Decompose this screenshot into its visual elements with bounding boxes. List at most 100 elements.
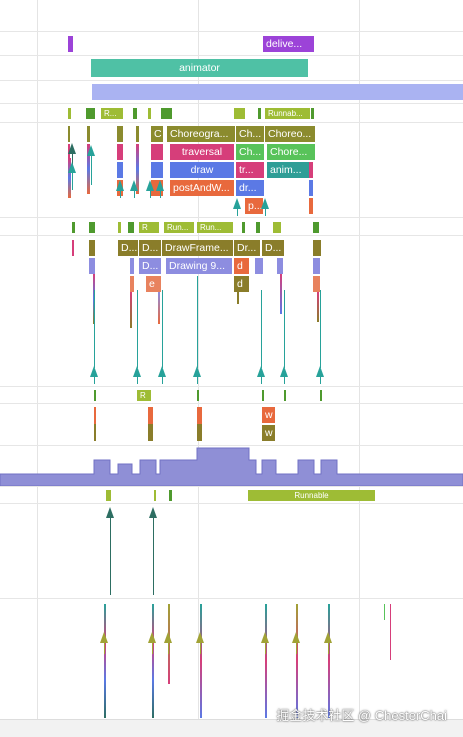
thread-state-runnable[interactable] [148,108,151,119]
thread-state-runnable[interactable] [106,490,111,501]
choreographer-slice[interactable] [87,126,90,142]
flow-arrow[interactable] [261,198,269,216]
draw-slice[interactable]: dr... [236,180,264,196]
choreographer-slice[interactable]: Choreo... [265,126,315,142]
thread-state-runnable[interactable]: R [137,390,151,401]
thread-state-running[interactable] [313,222,319,233]
animation-slice[interactable]: anim... [267,162,309,178]
drawframe-slice[interactable]: D... [118,240,138,256]
thread-state-runnable[interactable]: R [139,222,159,233]
thread-state-running[interactable] [284,390,286,401]
thread-state-runnable[interactable] [154,490,156,501]
traversal-slice[interactable]: tr... [236,162,264,178]
flow-arrow[interactable] [193,366,201,384]
drawframe-slice[interactable]: D... [139,240,161,256]
flow-arrow[interactable] [68,162,76,190]
drawing-slice[interactable] [313,258,320,274]
worker-slice[interactable]: w [262,425,275,441]
thread-state-running[interactable] [89,222,95,233]
thread-state-running[interactable] [133,108,137,119]
drawing-slice[interactable] [130,258,134,274]
thread-state-running[interactable] [258,108,261,119]
drawing-slice[interactable]: Drawing 9... [166,258,232,274]
drawing-slice[interactable] [89,258,95,274]
thread-state-running[interactable] [262,390,264,401]
flow-arrow[interactable] [106,507,114,595]
flow-arrow[interactable] [261,632,269,654]
render-sub-slice[interactable] [313,276,320,292]
thread-state-running[interactable] [320,390,322,401]
traversal-slice[interactable] [117,144,123,160]
thread-state-running[interactable] [242,222,245,233]
flow-arrow[interactable] [292,632,300,654]
flow-arrow[interactable] [257,366,265,384]
flow-arrow[interactable] [146,180,154,198]
flow-arrow[interactable] [148,632,156,654]
draw-slice[interactable] [309,180,313,196]
worker-slice[interactable] [94,407,96,441]
drawing-slice[interactable]: D... [139,258,161,274]
flow-arrow[interactable] [133,366,141,384]
thread-state-running[interactable] [169,490,172,501]
drawframe-slice[interactable]: D... [262,240,284,256]
thread-state-running[interactable] [256,222,260,233]
flow-arrow[interactable] [87,145,95,185]
drawframe-slice[interactable] [89,240,95,256]
trace-timeline[interactable]: delive... animator R... Runnab... C Chor… [0,0,463,737]
flow-arrow[interactable] [158,366,166,384]
traversal-slice[interactable] [151,144,163,160]
thread-state-running[interactable] [86,108,95,119]
post-and-wait-slice[interactable]: postAndW... [170,180,234,196]
thread-state-runnable[interactable]: R... [101,108,123,119]
thread-state-running[interactable] [311,108,314,119]
drawing-slice[interactable] [277,258,283,274]
deliver-slice[interactable]: delive... [263,36,314,52]
thread-state-running[interactable] [72,222,75,233]
flow-arrow[interactable] [100,632,108,654]
thread-state-running[interactable] [68,108,71,119]
flow-arrow[interactable] [149,507,157,595]
draw-slice[interactable] [117,162,123,178]
flow-arrow[interactable] [130,180,138,198]
flow-arrow[interactable] [324,632,332,654]
choreographer-slice[interactable]: Ch... [236,126,264,142]
flow-arrow[interactable] [156,180,164,198]
traversal-slice[interactable]: traversal [170,144,234,160]
flow-arrow[interactable] [196,632,204,654]
draw-slice[interactable] [151,162,163,178]
choreographer-slice[interactable]: Ch... [236,144,264,160]
worker-slice[interactable] [197,407,202,441]
worker-slice[interactable]: w [262,407,275,423]
animator-slice[interactable]: animator [91,59,308,77]
thread-state-running[interactable] [128,222,134,233]
drawing-slice[interactable] [255,258,263,274]
choreographer-slice[interactable]: Chore... [267,144,315,160]
thread-state-runnable[interactable]: Run... [197,222,233,233]
thread-state-runnable[interactable]: Run... [164,222,194,233]
draw-slice[interactable]: draw [170,162,234,178]
post-slice[interactable] [309,198,313,214]
frequency-counter-chart[interactable] [0,446,463,486]
thread-state-running[interactable] [161,108,172,119]
flow-arrow[interactable] [90,366,98,384]
flow-arrow[interactable] [316,366,324,384]
drawframe-slice[interactable]: DrawFrame... [162,240,233,256]
thread-state-runnable[interactable]: Runnable [248,490,375,501]
traversal-slice[interactable] [309,162,313,178]
choreographer-slice[interactable] [68,126,70,142]
choreographer-slice[interactable] [136,126,139,142]
async-slice[interactable] [92,84,463,100]
thread-state-runnable[interactable] [234,108,245,119]
render-sub-slice[interactable]: d [234,276,249,292]
thread-state-runnable[interactable]: Runnab... [265,108,310,119]
flow-arrow[interactable] [164,632,172,654]
drawframe-slice[interactable]: Dr... [234,240,260,256]
drawframe-slice[interactable] [313,240,321,256]
render-slice[interactable] [72,240,74,256]
worker-slice[interactable] [148,407,153,441]
thread-state-runnable[interactable] [273,222,281,233]
choreographer-slice[interactable]: Choreogra... [167,126,235,142]
thread-state-running[interactable] [197,390,199,401]
choreographer-slice[interactable] [117,126,123,142]
render-sub-slice[interactable]: d [234,258,249,274]
